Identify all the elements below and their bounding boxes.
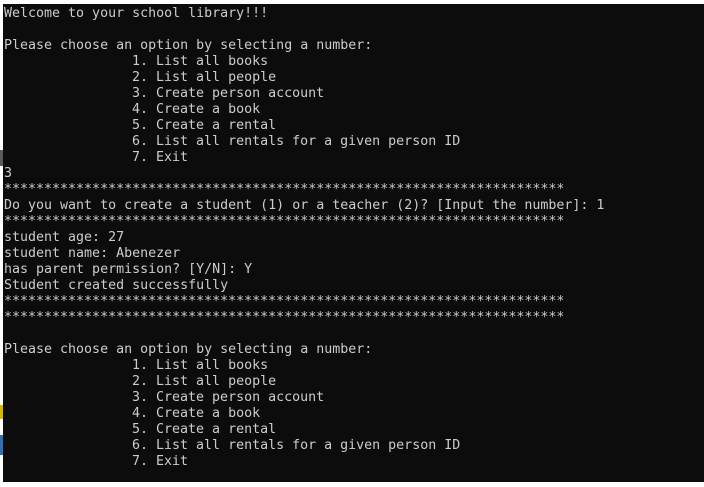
student-age-line: student age: 27 bbox=[4, 230, 125, 245]
background-window-edge bbox=[0, 435, 3, 455]
background-window-strip bbox=[0, 482, 704, 487]
menu-item-create-rental: 5. Create a rental bbox=[132, 118, 277, 133]
menu-item-list-rentals: 6. List all rentals for a given person I… bbox=[132, 438, 461, 453]
welcome-line: Welcome to your school library!!! bbox=[4, 6, 269, 21]
background-window-edge bbox=[0, 405, 3, 419]
success-message: Student created successfully bbox=[4, 278, 229, 293]
separator-line: ****************************************… bbox=[4, 310, 565, 325]
separator-line: ****************************************… bbox=[4, 214, 565, 229]
background-window-edge bbox=[0, 150, 3, 166]
menu-item-list-people: 2. List all people bbox=[132, 70, 277, 85]
user-input-choice: 3 bbox=[4, 166, 13, 181]
menu-item-create-book: 4. Create a book bbox=[132, 406, 261, 421]
separator-line: ****************************************… bbox=[4, 294, 565, 309]
menu-item-create-person: 3. Create person account bbox=[132, 86, 325, 101]
menu-item-list-books: 1. List all books bbox=[132, 358, 269, 373]
menu-prompt: Please choose an option by selecting a n… bbox=[4, 342, 373, 357]
create-person-question: Do you want to create a student (1) or a… bbox=[4, 198, 605, 213]
menu-item-create-rental: 5. Create a rental bbox=[132, 422, 277, 437]
console-window[interactable]: Welcome to your school library!!! Please… bbox=[3, 4, 704, 482]
student-name-line: student name: Abenezer bbox=[4, 246, 181, 261]
separator-line: ****************************************… bbox=[4, 182, 565, 197]
menu-item-list-people: 2. List all people bbox=[132, 374, 277, 389]
menu-item-list-books: 1. List all books bbox=[132, 54, 269, 69]
menu-prompt: Please choose an option by selecting a n… bbox=[4, 38, 373, 53]
console-output: Welcome to your school library!!! Please… bbox=[4, 6, 604, 470]
menu-item-create-book: 4. Create a book bbox=[132, 102, 261, 117]
menu-item-list-rentals: 6. List all rentals for a given person I… bbox=[132, 134, 461, 149]
menu-item-exit: 7. Exit bbox=[132, 454, 189, 469]
menu-item-exit: 7. Exit bbox=[132, 150, 189, 165]
parent-permission-line: has parent permission? [Y/N]: Y bbox=[4, 262, 253, 277]
menu-item-create-person: 3. Create person account bbox=[132, 390, 325, 405]
